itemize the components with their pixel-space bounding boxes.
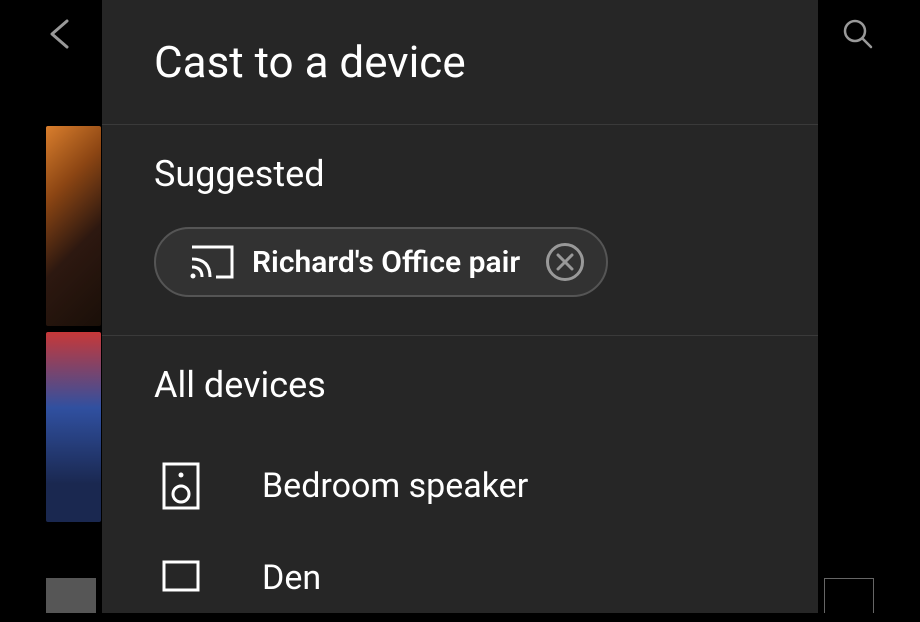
background-album-art	[46, 126, 101, 522]
playbar-right-control[interactable]	[824, 578, 874, 613]
device-label: Bedroom speaker	[262, 466, 528, 506]
search-icon	[841, 17, 875, 51]
device-row-den[interactable]: Den	[102, 534, 818, 622]
suggested-device-label: Richard's Office pair	[252, 245, 520, 280]
panel-title: Cast to a device	[102, 0, 818, 125]
back-arrow-icon	[45, 17, 79, 51]
back-button[interactable]	[42, 14, 82, 54]
speaker-icon	[162, 462, 200, 510]
album-thumbnail-2	[46, 332, 101, 522]
cast-icon	[190, 245, 234, 279]
suggested-device-chip[interactable]: Richard's Office pair	[154, 227, 608, 297]
suggested-section: Suggested Richard's Office pair	[102, 125, 818, 336]
tv-icon	[162, 560, 200, 596]
device-label: Den	[262, 558, 321, 598]
all-devices-section: All devices Bedroom speaker Den	[102, 336, 818, 622]
cast-device-panel: Cast to a device Suggested Richard's Off…	[102, 0, 818, 613]
playbar-left-control[interactable]	[46, 578, 96, 613]
search-button[interactable]	[838, 14, 878, 54]
close-icon	[556, 253, 574, 271]
device-row-bedroom-speaker[interactable]: Bedroom speaker	[102, 438, 818, 534]
remove-suggested-button[interactable]	[546, 243, 584, 281]
suggested-section-label: Suggested	[102, 125, 818, 195]
all-devices-section-label: All devices	[102, 336, 818, 406]
album-thumbnail-1	[46, 126, 101, 326]
